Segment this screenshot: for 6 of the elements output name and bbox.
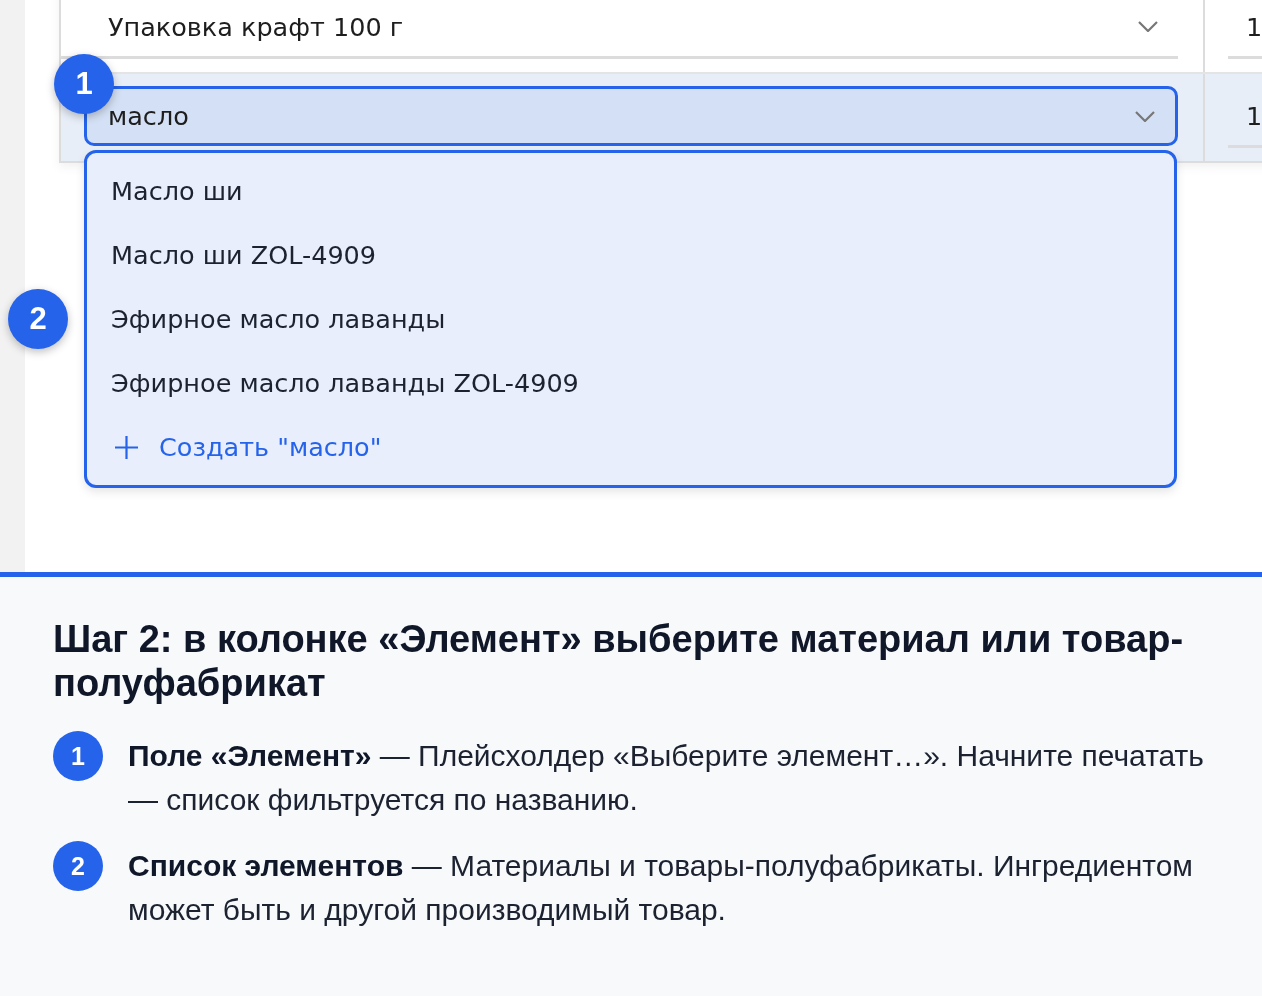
step-text: Список элементов — Материалы и товары-полуфабрикаты. Ингредиентом может быть и другой производимый товар. [128, 848, 1194, 928]
step-text: Поле «Элемент» — Плейсхолдер «Выберите элемент…». Начните печатать — список фильтруется по названию. [128, 738, 1205, 818]
number-badge: 1 [53, 731, 103, 781]
callout-badge: 2 [8, 289, 68, 349]
number-badge: 2 [53, 841, 103, 891]
step-heading: Шаг 2: в колонке «Элемент» выберите материал или товар-полуфабрикат [53, 617, 1185, 705]
